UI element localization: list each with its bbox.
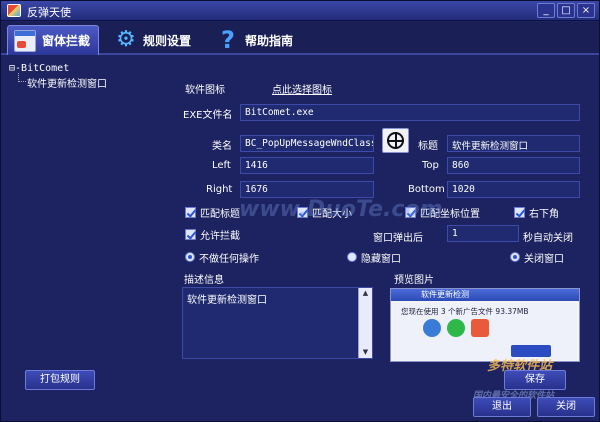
auto-close-label: 秒自动关闭 — [523, 233, 573, 244]
right-label: Right — [206, 184, 233, 195]
description-label: 描述信息 — [184, 275, 224, 286]
main-window: 反弹天使 _ □ × 窗体拦截 ⚙ 规则设置 ? 帮助指南 ⊟-BitComet… — [0, 0, 600, 422]
right-field[interactable]: 1676 — [240, 181, 374, 198]
preview-window-text: 您现在使用 3 个新广告文件 93.37MB — [401, 307, 529, 316]
title-label: 标题 — [418, 141, 438, 152]
match-title-checkbox[interactable]: 匹配标题 — [185, 205, 240, 220]
preview-ball-icon — [447, 319, 465, 337]
exe-label: EXE文件名 — [183, 110, 233, 121]
left-label: Left — [212, 160, 231, 171]
bottom-field[interactable]: 1020 — [447, 181, 580, 198]
software-icon-label: 软件图标 — [185, 85, 225, 96]
radio-dot — [347, 252, 357, 262]
description-textarea[interactable]: 软件更新检测窗口 ▲ ▼ — [182, 287, 373, 359]
rule-tree[interactable]: ⊟-BitComet 软件更新检测窗口 — [9, 63, 177, 363]
top-field[interactable]: 860 — [447, 157, 580, 174]
action-none-radio[interactable]: 不做任何操作 — [185, 250, 259, 265]
action-close-radio[interactable]: 关闭窗口 — [510, 250, 564, 265]
bottom-right-checkbox[interactable]: 右下角 — [514, 205, 559, 220]
gear-icon: ⚙ — [116, 27, 136, 52]
save-button[interactable]: 保存 — [504, 370, 566, 390]
app-icon — [7, 4, 21, 17]
tab-label: 窗体拦截 — [42, 34, 91, 48]
preview-image: 软件更新检测 您现在使用 3 个新广告文件 93.37MB — [390, 288, 580, 362]
tab-window-intercept[interactable]: 窗体拦截 — [7, 25, 100, 55]
title-field[interactable]: 软件更新检测窗口 — [447, 135, 580, 152]
pack-rules-button[interactable]: 打包规则 — [25, 370, 95, 390]
watermark-site: www.DuoTe.com — [239, 197, 443, 222]
popup-after-label: 窗口弹出后 — [373, 233, 423, 244]
action-hide-radio[interactable]: 隐藏窗口 — [347, 250, 401, 265]
popup-seconds-field[interactable]: 1 — [447, 225, 519, 242]
description-scrollbar[interactable]: ▲ ▼ — [358, 288, 372, 358]
class-label: 类名 — [212, 141, 232, 152]
radio-dot — [510, 252, 520, 262]
close-window-button[interactable]: × — [577, 3, 595, 18]
window-title: 反弹天使 — [27, 6, 71, 19]
preview-ball-icon — [471, 319, 489, 337]
scroll-up-icon[interactable]: ▲ — [361, 289, 370, 298]
tab-rule-settings[interactable]: ⚙ 规则设置 — [109, 25, 199, 55]
tab-bar: 窗体拦截 ⚙ 规则设置 ? 帮助指南 — [1, 22, 599, 55]
help-icon: ? — [221, 26, 235, 54]
description-text: 软件更新检测窗口 — [187, 295, 267, 306]
tab-label: 帮助指南 — [245, 33, 294, 48]
tree-child-item[interactable]: 软件更新检测窗口 — [27, 75, 107, 90]
tree-connector — [18, 73, 26, 82]
title-bar[interactable]: 反弹天使 _ □ × — [1, 1, 599, 21]
left-field[interactable]: 1416 — [240, 157, 374, 174]
preview-label: 预览图片 — [394, 275, 434, 286]
close-button[interactable]: 关闭 — [537, 397, 595, 417]
checkbox-box — [185, 206, 196, 218]
tab-help-guide[interactable]: ? 帮助指南 — [211, 25, 301, 55]
minimize-button[interactable]: _ — [537, 3, 555, 18]
allow-block-checkbox[interactable]: 允许拦截 — [185, 227, 240, 242]
exit-button[interactable]: 退出 — [473, 397, 531, 417]
crosshair-icon[interactable] — [382, 128, 409, 153]
class-field[interactable]: BC_PopUpMessageWndClass — [240, 135, 374, 152]
preview-window-title: 软件更新检测 — [391, 289, 579, 301]
select-icon-link[interactable]: 点此选择图标 — [272, 81, 332, 96]
preview-window-body: 您现在使用 3 个新广告文件 93.37MB — [393, 303, 577, 360]
window-icon — [14, 29, 36, 52]
exe-field[interactable]: BitComet.exe — [240, 104, 580, 121]
maximize-button[interactable]: □ — [557, 3, 575, 18]
radio-dot — [185, 252, 195, 262]
scroll-down-icon[interactable]: ▼ — [361, 348, 370, 357]
checkbox-box — [514, 206, 525, 218]
bottom-label: Bottom — [408, 184, 445, 195]
tab-label: 规则设置 — [143, 33, 192, 48]
checkbox-box — [185, 228, 196, 240]
preview-ball-icon — [423, 319, 441, 337]
top-label: Top — [422, 160, 439, 171]
